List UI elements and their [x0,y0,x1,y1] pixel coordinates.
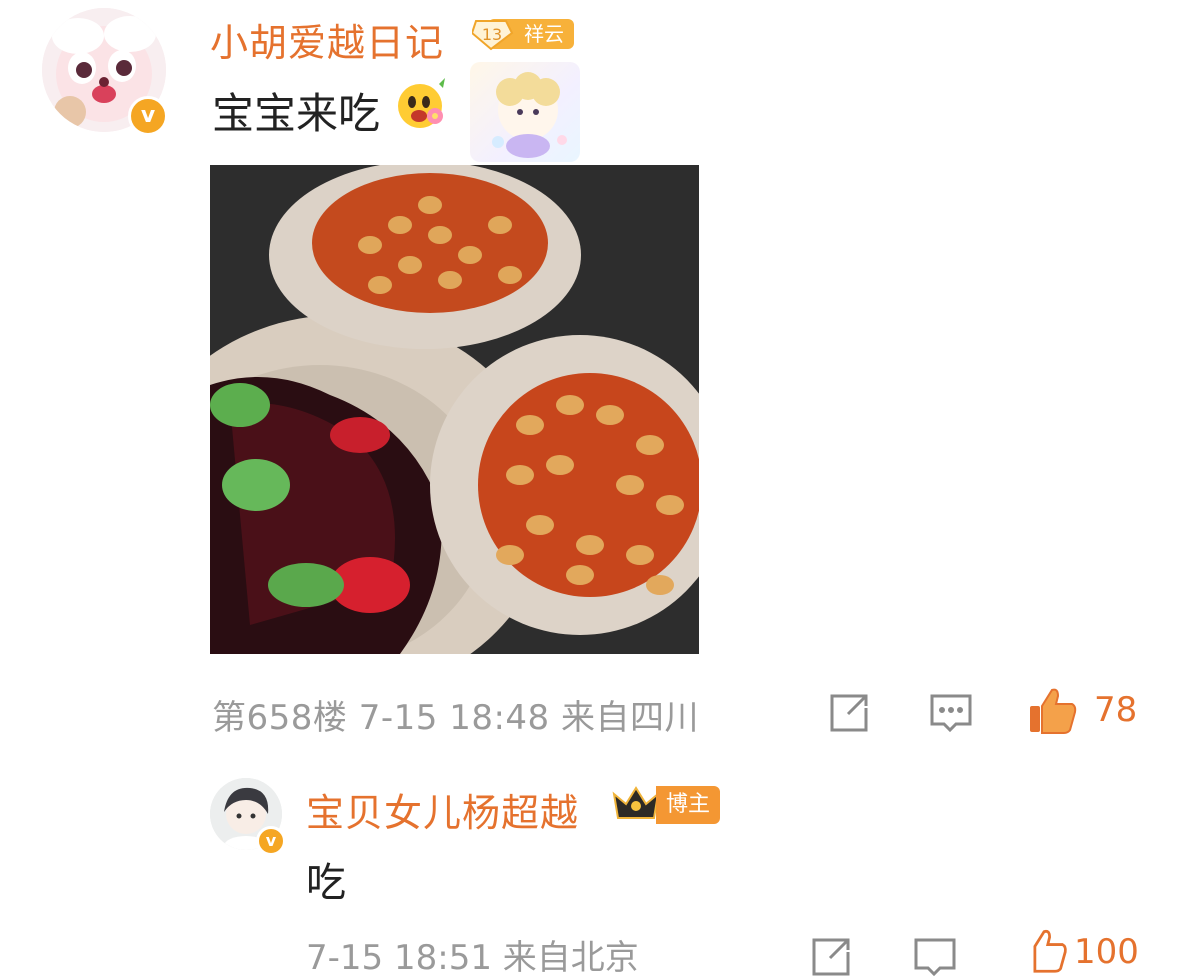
reply-verified-badge: v [256,826,286,856]
comment-username[interactable]: 小胡爱越日记 [210,12,444,67]
reply-thumb-up-icon[interactable] [1022,928,1068,974]
comment-text: 宝宝来吃 [212,89,381,138]
reply-text: 吃 [306,860,346,906]
reply-meta: 7-15 18:51 来自北京 [306,930,639,979]
comment-icon[interactable] [928,690,974,736]
reply-comment-icon[interactable] [912,934,958,980]
comment-meta: 第658楼 7-15 18:48 来自四川 [212,690,699,739]
thumb-up-icon[interactable] [1028,686,1078,736]
floor-number: 第658楼 [212,698,348,738]
sticker-image[interactable] [470,62,580,162]
crown-icon [610,784,662,824]
comment-location: 来自四川 [561,698,699,738]
blogger-badge: 博主 [656,786,720,824]
level-number: 13 [482,25,502,44]
emoji-icon [393,76,449,132]
like-count: 78 [1094,690,1138,730]
reply-location: 来自北京 [502,938,639,978]
comment-time: 7-15 18:48 [358,698,550,738]
level-badge: 13 祥云 [472,15,576,53]
verified-badge: v [128,96,168,136]
reply-like-count: 100 [1074,932,1139,972]
level-label: 祥云 [524,22,564,46]
reply-time: 7-15 18:51 [306,938,492,978]
food-photo[interactable] [210,165,699,654]
reply-username[interactable]: 宝贝女儿杨超越 [306,782,579,837]
share-icon[interactable] [826,690,872,736]
reply-share-icon[interactable] [808,934,854,980]
